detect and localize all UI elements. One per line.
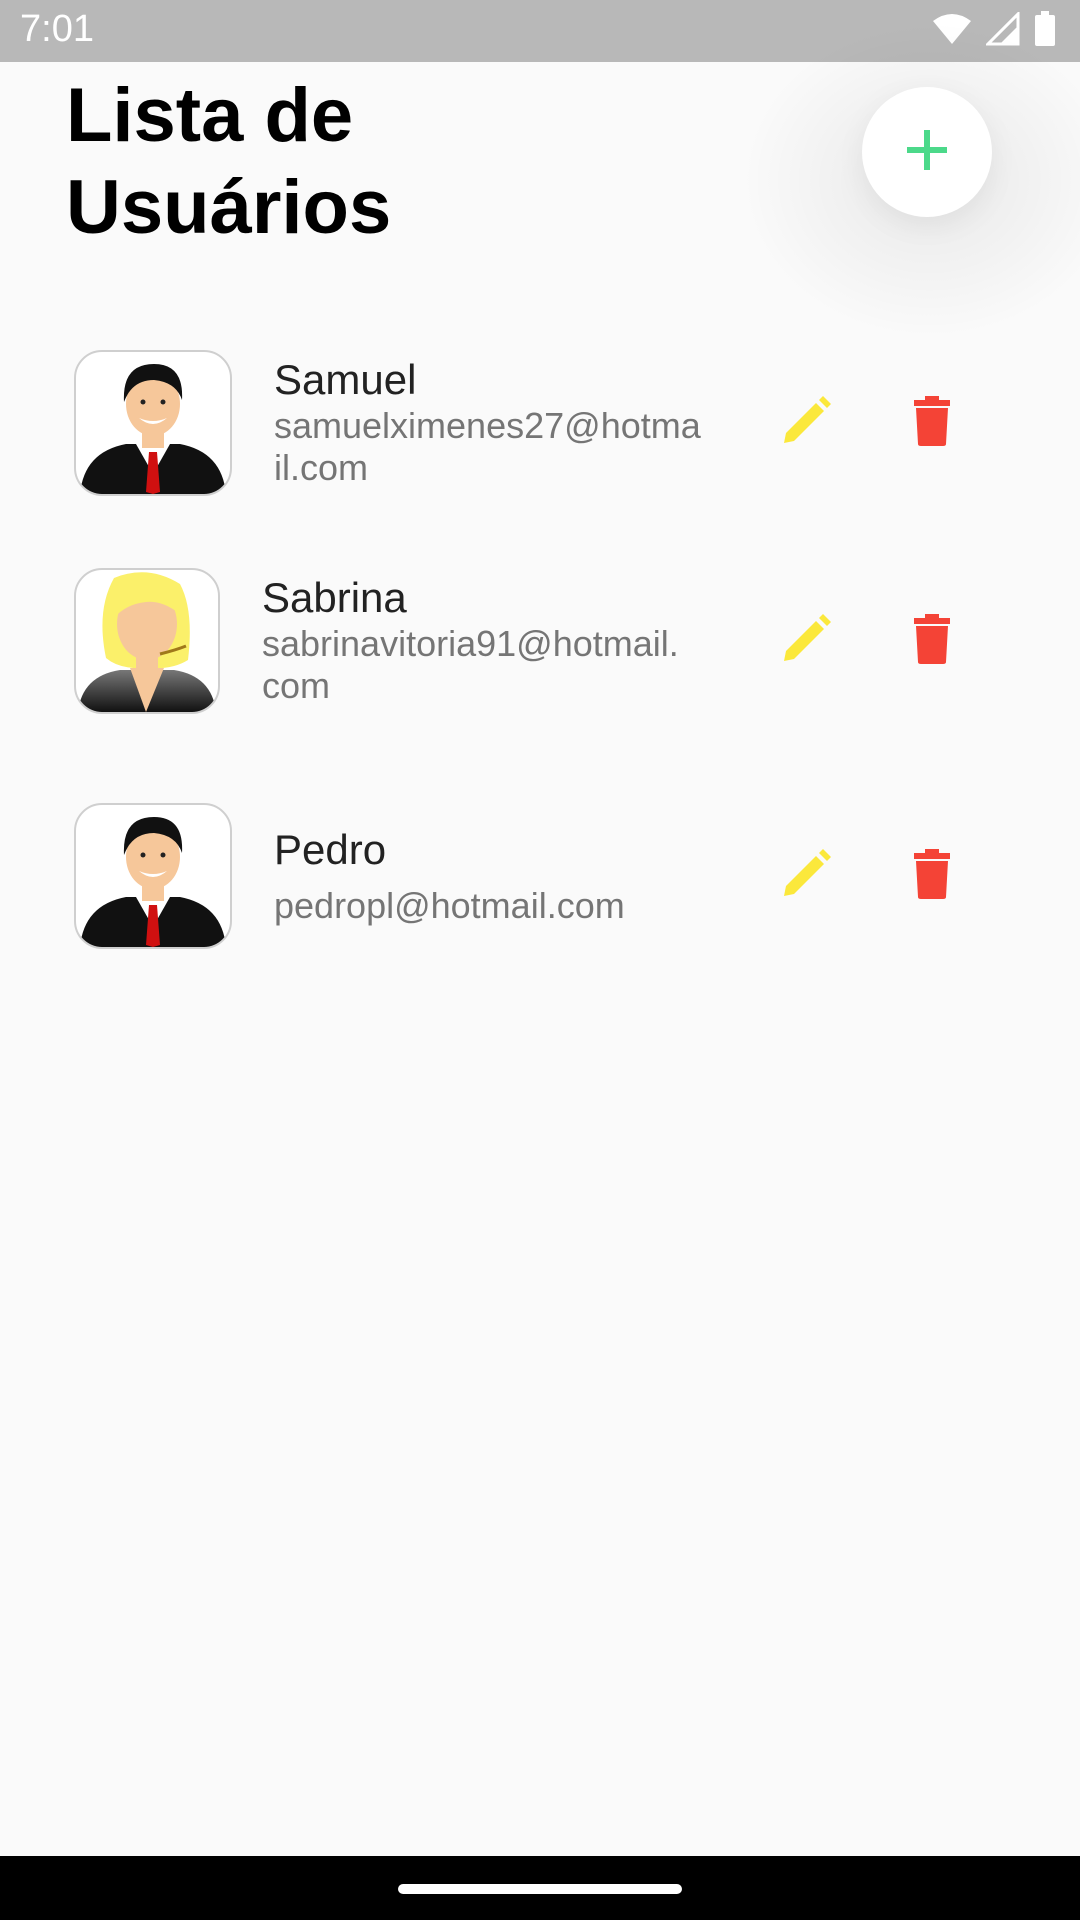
user-name: Sabrina [262, 574, 407, 621]
edit-button[interactable] [766, 383, 846, 463]
list-item[interactable]: Samuel samuelximenes27@hotmail.com [0, 350, 1080, 500]
avatar [74, 350, 232, 496]
status-time: 7:01 [20, 8, 94, 50]
user-email: samuelximenes27@hotmail.com [274, 405, 701, 488]
home-handle[interactable] [398, 1884, 682, 1894]
user-info: Sabrina sabrinavitoria91@hotmail.com [262, 573, 692, 707]
list-item[interactable]: Sabrina sabrinavitoria91@hotmail.com [0, 568, 1080, 718]
page-title: Lista de Usuários [66, 73, 392, 250]
user-name: Samuel [274, 356, 417, 403]
edit-button[interactable] [766, 601, 846, 681]
user-name: Pedro [274, 826, 387, 873]
battery-icon [1034, 10, 1056, 52]
pencil-icon [780, 613, 832, 670]
user-info: Samuel samuelximenes27@hotmail.com [274, 355, 704, 489]
trash-icon [912, 613, 952, 669]
delete-button[interactable] [892, 383, 972, 463]
trash-icon [912, 395, 952, 451]
add-user-button[interactable] [862, 87, 992, 217]
list-item[interactable]: Pedro pedropl@hotmail.com [0, 803, 1080, 953]
pencil-icon [780, 395, 832, 452]
navigation-bar [0, 1856, 1080, 1920]
trash-icon [912, 848, 952, 904]
plus-icon [905, 128, 949, 177]
user-email: sabrinavitoria91@hotmail.com [262, 623, 679, 706]
delete-button[interactable] [892, 601, 972, 681]
avatar [74, 568, 220, 714]
avatar [74, 803, 232, 949]
user-email: pedropl@hotmail.com [274, 885, 625, 926]
user-info: Pedro pedropl@hotmail.com [274, 825, 704, 927]
pencil-icon [780, 848, 832, 905]
delete-button[interactable] [892, 836, 972, 916]
edit-button[interactable] [766, 836, 846, 916]
